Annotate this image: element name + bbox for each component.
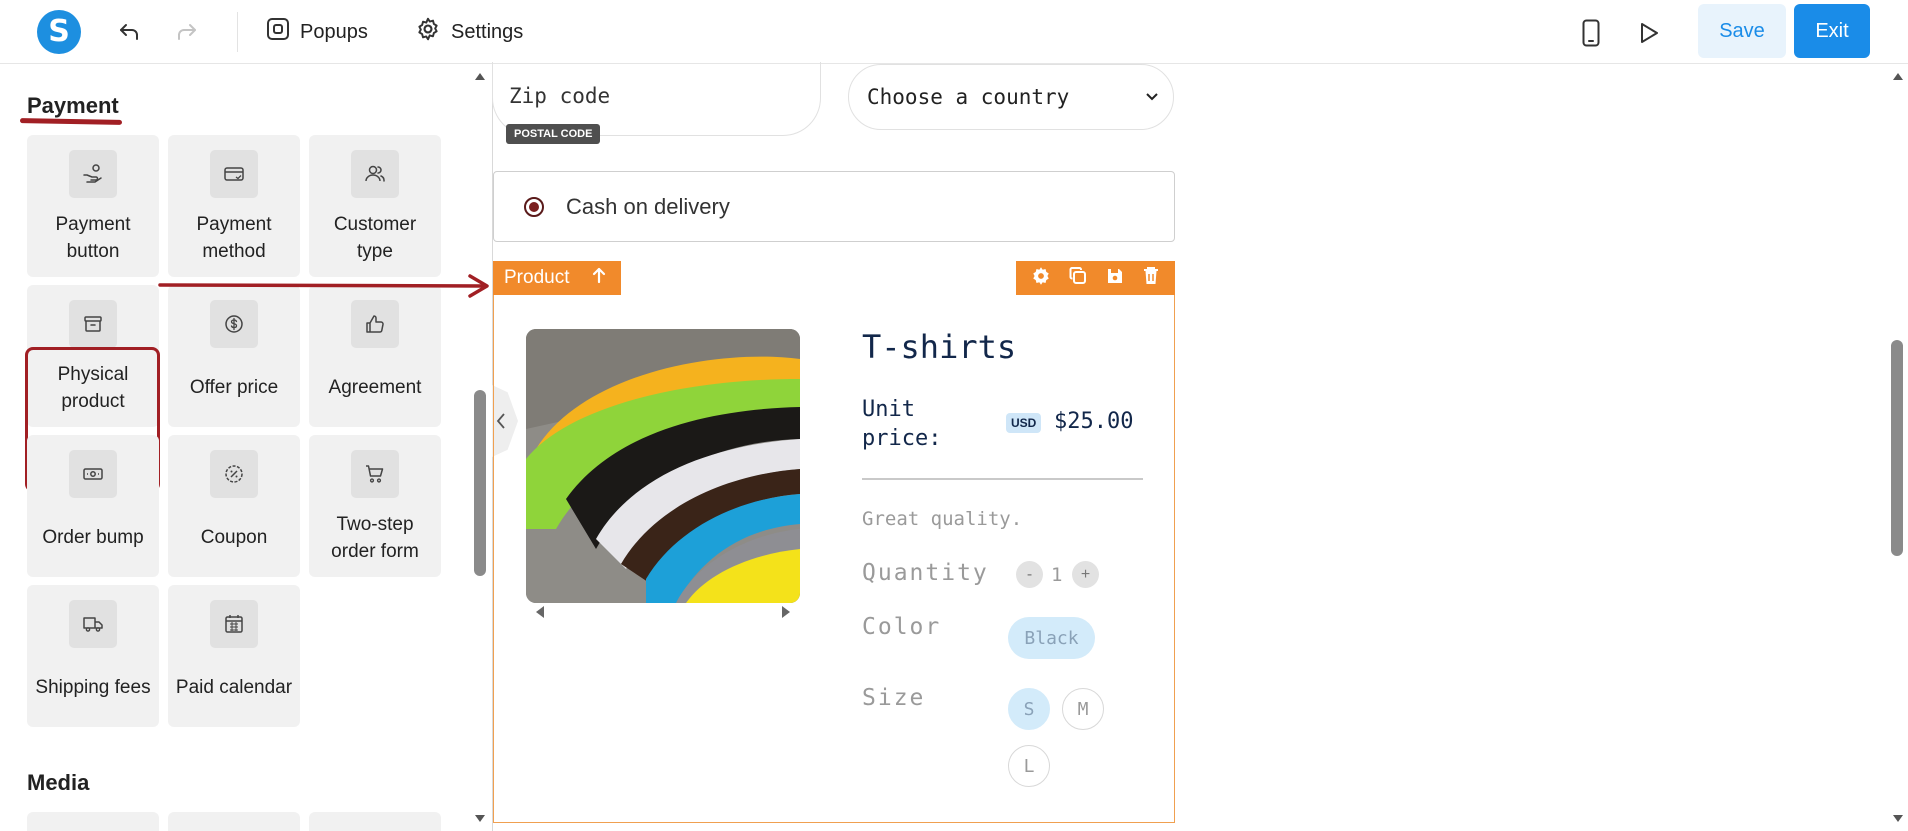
tile-customer-type[interactable]: Customer type <box>309 135 441 277</box>
tile-label: Shipping fees <box>35 677 151 698</box>
tile-two-step-order-form[interactable]: Two-step order form <box>309 435 441 577</box>
canvas-scroll-thumb[interactable] <box>1891 340 1903 556</box>
quantity-label: Quantity <box>862 560 989 586</box>
app-logo: S <box>37 10 81 54</box>
quantity-value: 1 <box>1051 564 1063 586</box>
product-image <box>526 329 800 603</box>
quantity-decrement-button[interactable]: - <box>1016 561 1043 588</box>
quantity-increment-button[interactable]: + <box>1072 561 1099 588</box>
postal-code-badge: POSTAL CODE <box>506 124 601 144</box>
product-block-tag[interactable]: Product <box>493 261 621 295</box>
truck-icon <box>69 600 117 648</box>
size-label: Size <box>862 685 926 711</box>
country-select[interactable]: Choose a country <box>848 64 1174 130</box>
product-tag-label: Product <box>504 267 570 288</box>
top-toolbar: S Popups Settings Save Exit <box>0 0 1908 64</box>
banknote-icon <box>69 450 117 498</box>
sidebar-scroll-thumb[interactable] <box>474 390 486 576</box>
color-option-black[interactable]: Black <box>1008 617 1095 659</box>
percent-badge-icon <box>210 450 258 498</box>
unit-price-label: Unit price: <box>862 397 942 451</box>
media-section-title: Media <box>27 770 90 795</box>
elements-sidebar: Payment Payment button Payment method Cu… <box>0 65 475 831</box>
tile-agreement[interactable]: Agreement <box>309 285 441 427</box>
payment-option-label: Cash on delivery <box>566 193 730 219</box>
tile-payment-method[interactable]: Payment method <box>168 135 300 277</box>
tile-label: Coupon <box>200 527 268 548</box>
image-prev-arrow[interactable] <box>536 606 544 618</box>
size-option-l[interactable]: L <box>1008 745 1050 787</box>
trash-icon[interactable] <box>1142 266 1160 291</box>
media-tile[interactable] <box>168 812 300 831</box>
tile-label: Two-step order form <box>331 513 419 562</box>
tile-coupon[interactable]: Coupon <box>168 435 300 577</box>
users-icon <box>351 150 399 198</box>
shopping-cart-icon <box>351 450 399 498</box>
popups-label: Popups <box>300 20 368 43</box>
tile-order-bump[interactable]: Order bump <box>27 435 159 577</box>
tile-label: Customer type <box>333 213 417 262</box>
payment-option-cash-on-delivery[interactable]: Cash on delivery <box>493 171 1175 242</box>
save-button[interactable]: Save <box>1698 4 1786 58</box>
media-tile[interactable] <box>27 812 159 831</box>
media-tile[interactable] <box>309 812 441 831</box>
tile-label: Agreement <box>328 377 422 398</box>
arrow-up-icon[interactable] <box>591 266 607 290</box>
tile-label: Order bump <box>42 527 144 548</box>
image-next-arrow[interactable] <box>782 606 790 618</box>
color-label: Color <box>862 614 942 640</box>
credit-card-icon <box>210 150 258 198</box>
size-option-m[interactable]: M <box>1062 688 1104 730</box>
dollar-circle-icon <box>210 300 258 348</box>
thumbs-up-icon <box>351 300 399 348</box>
divider <box>862 478 1143 480</box>
radio-button[interactable] <box>524 196 544 217</box>
duplicate-icon[interactable] <box>1068 266 1088 291</box>
popups-button[interactable]: Popups <box>266 14 368 50</box>
annotation-underline <box>19 118 123 125</box>
payment-section-title: Payment <box>27 93 119 118</box>
tile-label: Payment button <box>55 213 131 262</box>
mobile-preview-icon[interactable] <box>1578 18 1604 48</box>
product-block-toolbar <box>1016 261 1175 295</box>
tile-label: Offer price <box>189 377 279 398</box>
product-description: Great quality. <box>862 508 1023 530</box>
chevron-down-icon <box>1146 93 1158 101</box>
gear-icon <box>415 16 441 48</box>
currency-badge: USD <box>1006 413 1042 433</box>
product-price: $25.00 <box>1054 409 1134 434</box>
settings-button[interactable]: Settings <box>415 14 523 50</box>
size-option-s[interactable]: S <box>1008 688 1050 730</box>
play-preview-icon[interactable] <box>1634 18 1664 48</box>
settings-label: Settings <box>451 20 524 43</box>
product-title: T-shirts <box>862 328 1017 366</box>
calendar-icon <box>210 600 258 648</box>
toolbar-divider <box>237 12 238 52</box>
undo-icon[interactable] <box>114 18 144 46</box>
tile-paid-calendar[interactable]: Paid calendar <box>168 585 300 727</box>
country-select-value: Choose a country <box>867 85 1070 109</box>
gear-icon[interactable] <box>1031 266 1051 291</box>
tile-shipping-fees[interactable]: Shipping fees <box>27 585 159 727</box>
hand-coin-icon <box>69 150 117 198</box>
redo-icon[interactable] <box>172 18 202 46</box>
tile-offer-price[interactable]: Offer price <box>168 285 300 427</box>
tile-label: Paid calendar <box>175 677 293 698</box>
tile-payment-button[interactable]: Payment button <box>27 135 159 277</box>
popup-square-icon <box>266 17 290 47</box>
archive-box-icon <box>69 300 117 348</box>
save-floppy-icon[interactable] <box>1105 266 1125 291</box>
tile-label: Payment method <box>196 213 272 262</box>
exit-button[interactable]: Exit <box>1794 4 1870 58</box>
